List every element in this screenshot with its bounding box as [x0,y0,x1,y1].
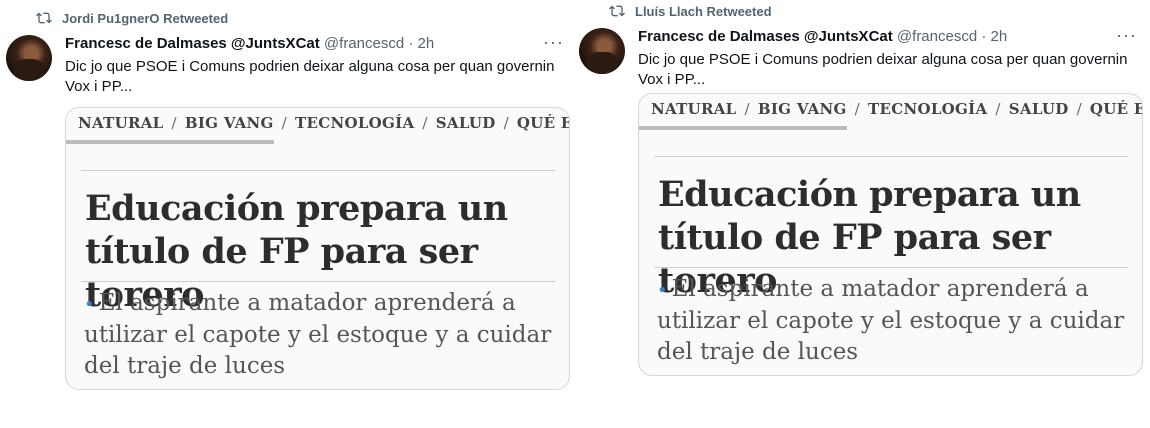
nav-item: QUÉ ESTU [1089,100,1142,118]
nav-item: SALUD [1008,100,1069,118]
bullet-icon: • [657,280,668,301]
nav-item: QUÉ ESTU [516,114,569,132]
subhead: • El aspirante a matador aprenderá a util… [657,274,1137,368]
divider [654,267,1128,268]
retweet-icon [36,12,52,24]
nav-item: NATURAL [78,114,164,132]
more-options-icon[interactable]: ··· [543,32,564,53]
bullet-icon: • [84,294,95,315]
subhead-text: El aspirante a matador aprenderá a utili… [657,276,1125,365]
nav-item: SALUD [435,114,496,132]
tweet-left[interactable]: Jordi Pu1gnerO Retweeted Francesc de Dal… [0,0,570,390]
author-handle[interactable]: @francescd · 2h [324,35,434,52]
more-options-icon[interactable]: ··· [1116,25,1137,46]
subhead: • El aspirante a matador aprenderá a util… [84,288,564,382]
divider [81,281,555,282]
nav-item: BIG VANG [757,100,847,118]
nav-item: NATURAL [651,100,737,118]
tweet-text: Dic jo que PSOE i Comuns podrien deixar … [638,51,1128,88]
divider [81,170,555,171]
retweeted-by: Jordi Pu1gnerO Retweeted [62,10,229,26]
media-card[interactable]: NATURAL/BIG VANG/TECNOLOGÍA/SALUD/QUÉ ES… [65,107,570,390]
retweeted-by: Lluís Llach Retweeted [635,3,772,19]
divider [654,156,1128,157]
author-name[interactable]: Francesc de Dalmases @JuntsXCat [65,35,320,52]
newspaper-nav: NATURAL/BIG VANG/TECNOLOGÍA/SALUD/QUÉ ES… [78,114,569,132]
retweet-context[interactable]: Jordi Pu1gnerO Retweeted [36,10,228,26]
retweet-context[interactable]: Lluís Llach Retweeted [609,3,772,19]
avatar[interactable] [6,35,52,81]
media-card[interactable]: NATURAL/BIG VANG/TECNOLOGÍA/SALUD/QUÉ ES… [638,93,1143,376]
nav-underline [639,126,847,130]
nav-underline [66,140,274,144]
retweet-icon [609,5,625,17]
subhead-text: El aspirante a matador aprenderá a utili… [84,290,552,379]
nav-item: BIG VANG [184,114,274,132]
nav-item: TECNOLOGÍA [868,100,988,118]
avatar[interactable] [579,28,625,74]
nav-item: TECNOLOGÍA [295,114,415,132]
tweet-right[interactable]: Lluís Llach Retweeted Francesc de Dalmas… [573,0,1143,383]
author-name[interactable]: Francesc de Dalmases @JuntsXCat [638,28,893,45]
newspaper-nav: NATURAL/BIG VANG/TECNOLOGÍA/SALUD/QUÉ ES… [651,100,1142,118]
tweet-header: Francesc de Dalmases @JuntsXCat @frances… [638,28,1007,45]
tweet-text: Dic jo que PSOE i Comuns podrien deixar … [65,58,555,95]
tweet-header: Francesc de Dalmases @JuntsXCat @frances… [65,35,434,52]
author-handle[interactable]: @francescd · 2h [897,28,1007,45]
